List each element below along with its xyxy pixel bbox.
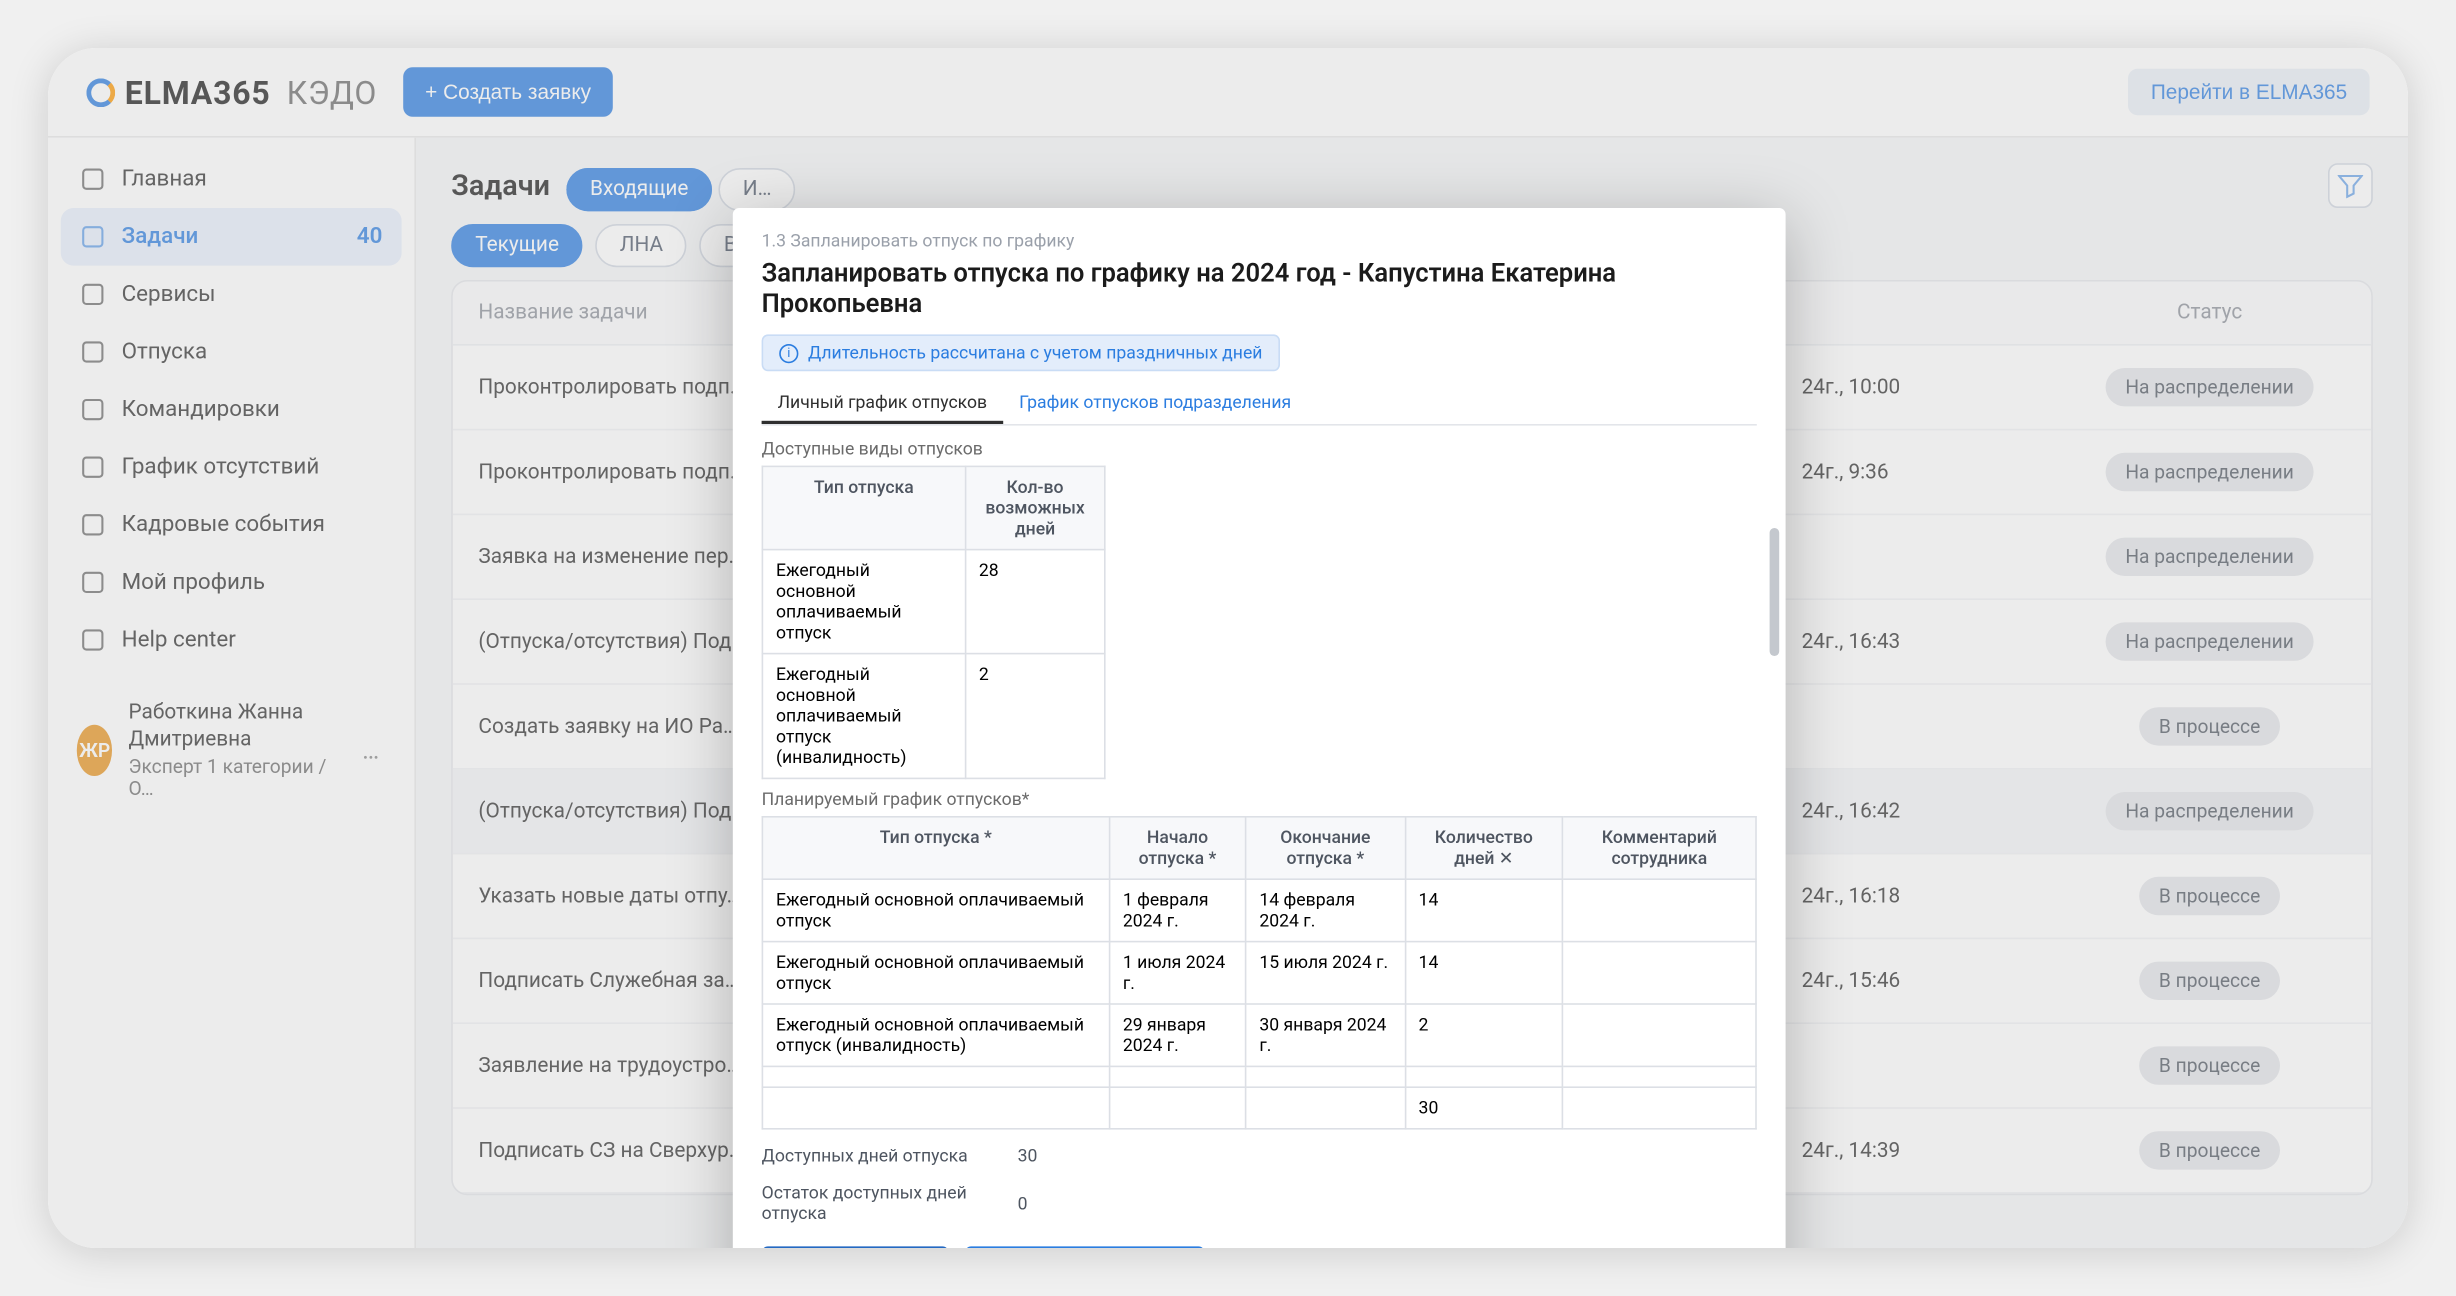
plan-start[interactable]: 29 января 2024 г.	[1109, 1004, 1246, 1066]
available-types-table: Тип отпуска Кол-во возможных дней Ежегод…	[762, 466, 1106, 780]
planned-section-label: Планируемый график отпусков*	[762, 789, 1757, 810]
plan-col-end: Окончание отпуска *	[1246, 817, 1405, 879]
plan-type[interactable]: Ежегодный основной оплачиваемый отпуск (…	[762, 1004, 1109, 1066]
modal-tab[interactable]: Личный график отпусков	[762, 384, 1004, 424]
vacation-plan-modal: 1.3 Запланировать отпуск по графику Запл…	[733, 208, 1786, 1248]
plan-comment[interactable]	[1563, 942, 1756, 1004]
planned-total: 30	[1405, 1087, 1563, 1129]
plan-start[interactable]	[1109, 1066, 1246, 1087]
plan-end[interactable]: 14 февраля 2024 г.	[1246, 879, 1405, 941]
plan-start[interactable]: 1 июля 2024 г.	[1109, 942, 1246, 1004]
avail-days: 2	[965, 654, 1105, 779]
plan-comment[interactable]	[1563, 879, 1756, 941]
planned-row[interactable]	[762, 1066, 1756, 1087]
modal-title: Запланировать отпуска по графику на 2024…	[762, 258, 1757, 319]
available-row: Ежегодный основной оплачиваемый отпуск28	[762, 550, 1104, 654]
plan-type[interactable]: Ежегодный основной оплачиваемый отпуск	[762, 879, 1109, 941]
avail-type: Ежегодный основной оплачиваемый отпуск (…	[762, 654, 965, 779]
plan-comment[interactable]	[1563, 1004, 1756, 1066]
breadcrumb: 1.3 Запланировать отпуск по графику	[762, 230, 1757, 251]
plan-end[interactable]	[1246, 1066, 1405, 1087]
plan-comment[interactable]	[1563, 1066, 1756, 1087]
avail-days-label: Доступных дней отпуска	[762, 1146, 986, 1167]
plan-count[interactable]	[1405, 1066, 1563, 1087]
available-section-label: Доступные виды отпусков	[762, 438, 1757, 459]
save-draft-button[interactable]: Сохранить без отправки	[965, 1246, 1205, 1248]
plan-end[interactable]: 30 января 2024 г.	[1246, 1004, 1405, 1066]
planned-schedule-table: Тип отпуска * Начало отпуска * Окончание…	[762, 816, 1757, 1130]
avail-col-type: Тип отпуска	[762, 466, 965, 549]
available-row: Ежегодный основной оплачиваемый отпуск (…	[762, 654, 1104, 779]
plan-col-type: Тип отпуска *	[762, 817, 1109, 879]
planned-row[interactable]: Ежегодный основной оплачиваемый отпуск1 …	[762, 879, 1756, 941]
info-banner: i Длительность рассчитана с учетом празд…	[762, 334, 1280, 371]
plan-col-comment: Комментарий сотрудника	[1563, 817, 1756, 879]
remaining-days-value: 0	[1018, 1193, 1028, 1214]
plan-type[interactable]	[762, 1066, 1109, 1087]
plan-start[interactable]: 1 февраля 2024 г.	[1109, 879, 1246, 941]
avail-days-value: 30	[1018, 1146, 1038, 1167]
info-icon: i	[779, 343, 798, 362]
modal-scrollbar[interactable]	[1770, 528, 1780, 656]
planned-row[interactable]: Ежегодный основной оплачиваемый отпуск (…	[762, 1004, 1756, 1066]
planned-row[interactable]: Ежегодный основной оплачиваемый отпуск1 …	[762, 942, 1756, 1004]
plan-col-start: Начало отпуска *	[1109, 817, 1246, 879]
modal-tab[interactable]: График отпусков подразделения	[1003, 384, 1307, 424]
plan-type[interactable]: Ежегодный основной оплачиваемый отпуск	[762, 942, 1109, 1004]
plan-end[interactable]: 15 июля 2024 г.	[1246, 942, 1405, 1004]
avail-days: 28	[965, 550, 1105, 654]
plan-count[interactable]: 2	[1405, 1004, 1563, 1066]
submit-approval-button[interactable]: На согласование	[762, 1246, 949, 1248]
plan-count[interactable]: 14	[1405, 879, 1563, 941]
plan-count[interactable]: 14	[1405, 942, 1563, 1004]
remaining-days-label: Остаток доступных дней отпуска	[762, 1182, 986, 1224]
info-banner-text: Длительность рассчитана с учетом праздни…	[808, 342, 1262, 363]
plan-col-count: Количество дней ✕	[1405, 817, 1563, 879]
avail-type: Ежегодный основной оплачиваемый отпуск	[762, 550, 965, 654]
avail-col-days: Кол-во возможных дней	[965, 466, 1105, 549]
